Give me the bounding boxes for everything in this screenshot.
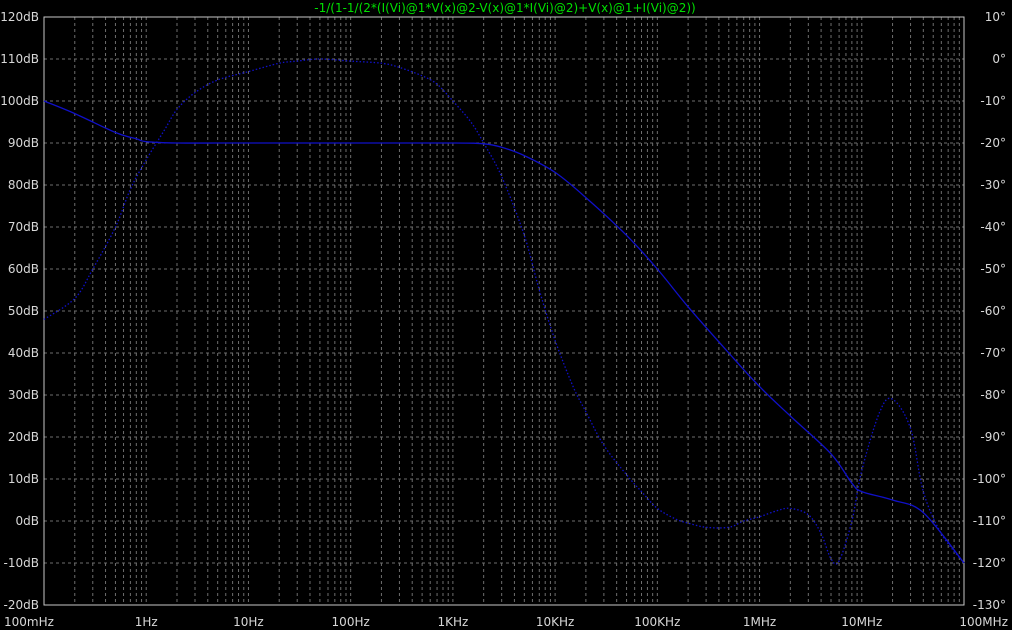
series bbox=[43, 58, 965, 565]
right-tick-label: -60° bbox=[980, 304, 1006, 318]
x-tick-label: 10MHz bbox=[841, 615, 882, 629]
phase-trace bbox=[43, 58, 965, 565]
right-tick-label: -80° bbox=[980, 388, 1006, 402]
right-tick-label: -90° bbox=[980, 430, 1006, 444]
left-tick-label: 80dB bbox=[8, 178, 39, 192]
x-tick-label: 10Hz bbox=[233, 615, 264, 629]
right-tick-label: 10° bbox=[985, 10, 1006, 24]
left-tick-label: 90dB bbox=[8, 136, 39, 150]
left-tick-label: 10dB bbox=[8, 472, 39, 486]
trace-expression-title[interactable]: -1/(1-1/(2*(I(Vi)@1*V(x)@2-V(x)@1*I(Vi)@… bbox=[314, 1, 696, 15]
right-tick-label: -120° bbox=[973, 556, 1006, 570]
right-tick-label: -70° bbox=[980, 346, 1006, 360]
left-tick-label: 120dB bbox=[0, 10, 39, 24]
right-axis-ticks: 10° 0° -10° -20° -30° -40° -50° -60° -70° -80° -90… bbox=[973, 10, 1006, 612]
left-tick-label: 40dB bbox=[8, 346, 39, 360]
right-tick-label: -110° bbox=[973, 514, 1006, 528]
left-tick-label: 70dB bbox=[8, 220, 39, 234]
right-tick-label: -100° bbox=[973, 472, 1006, 486]
left-tick-label: 100dB bbox=[0, 94, 39, 108]
left-tick-label: -10dB bbox=[4, 556, 39, 570]
right-tick-label: 0° bbox=[992, 52, 1006, 66]
left-tick-label: -20dB bbox=[4, 598, 39, 612]
x-tick-label: 10KHz bbox=[536, 615, 574, 629]
x-axis-ticks: 100mHz 1Hz 10Hz 100Hz 1KHz 10KHz 100KHz 1MHz 10M… bbox=[4, 615, 1008, 629]
right-tick-label: -130° bbox=[973, 598, 1006, 612]
left-tick-label: 60dB bbox=[8, 262, 39, 276]
magnitude-trace bbox=[43, 100, 965, 564]
right-tick-label: -40° bbox=[980, 220, 1006, 234]
right-tick-label: -10° bbox=[980, 94, 1006, 108]
right-tick-label: -30° bbox=[980, 178, 1006, 192]
x-tick-label: 100MHz bbox=[959, 615, 1008, 629]
x-tick-label: 1MHz bbox=[743, 615, 776, 629]
left-tick-label: 30dB bbox=[8, 388, 39, 402]
left-axis-ticks: 120dB 110dB 100dB 90dB 80dB 70dB 60dB 50dB 40dB 3… bbox=[0, 10, 39, 612]
grid bbox=[43, 16, 964, 606]
left-tick-label: 110dB bbox=[0, 52, 39, 66]
right-tick-label: -20° bbox=[980, 136, 1006, 150]
x-tick-label: 100mHz bbox=[4, 615, 54, 629]
x-tick-label: 1Hz bbox=[135, 615, 158, 629]
right-tick-label: -50° bbox=[980, 262, 1006, 276]
x-tick-label: 100Hz bbox=[332, 615, 370, 629]
x-tick-label: 100KHz bbox=[634, 615, 680, 629]
left-tick-label: 20dB bbox=[8, 430, 39, 444]
left-tick-label: 0dB bbox=[16, 514, 39, 528]
left-tick-label: 50dB bbox=[8, 304, 39, 318]
bode-plot: -1/(1-1/(2*(I(Vi)@1*V(x)@2-V(x)@1*I(Vi)@… bbox=[0, 1, 1008, 629]
x-tick-label: 1KHz bbox=[437, 615, 468, 629]
